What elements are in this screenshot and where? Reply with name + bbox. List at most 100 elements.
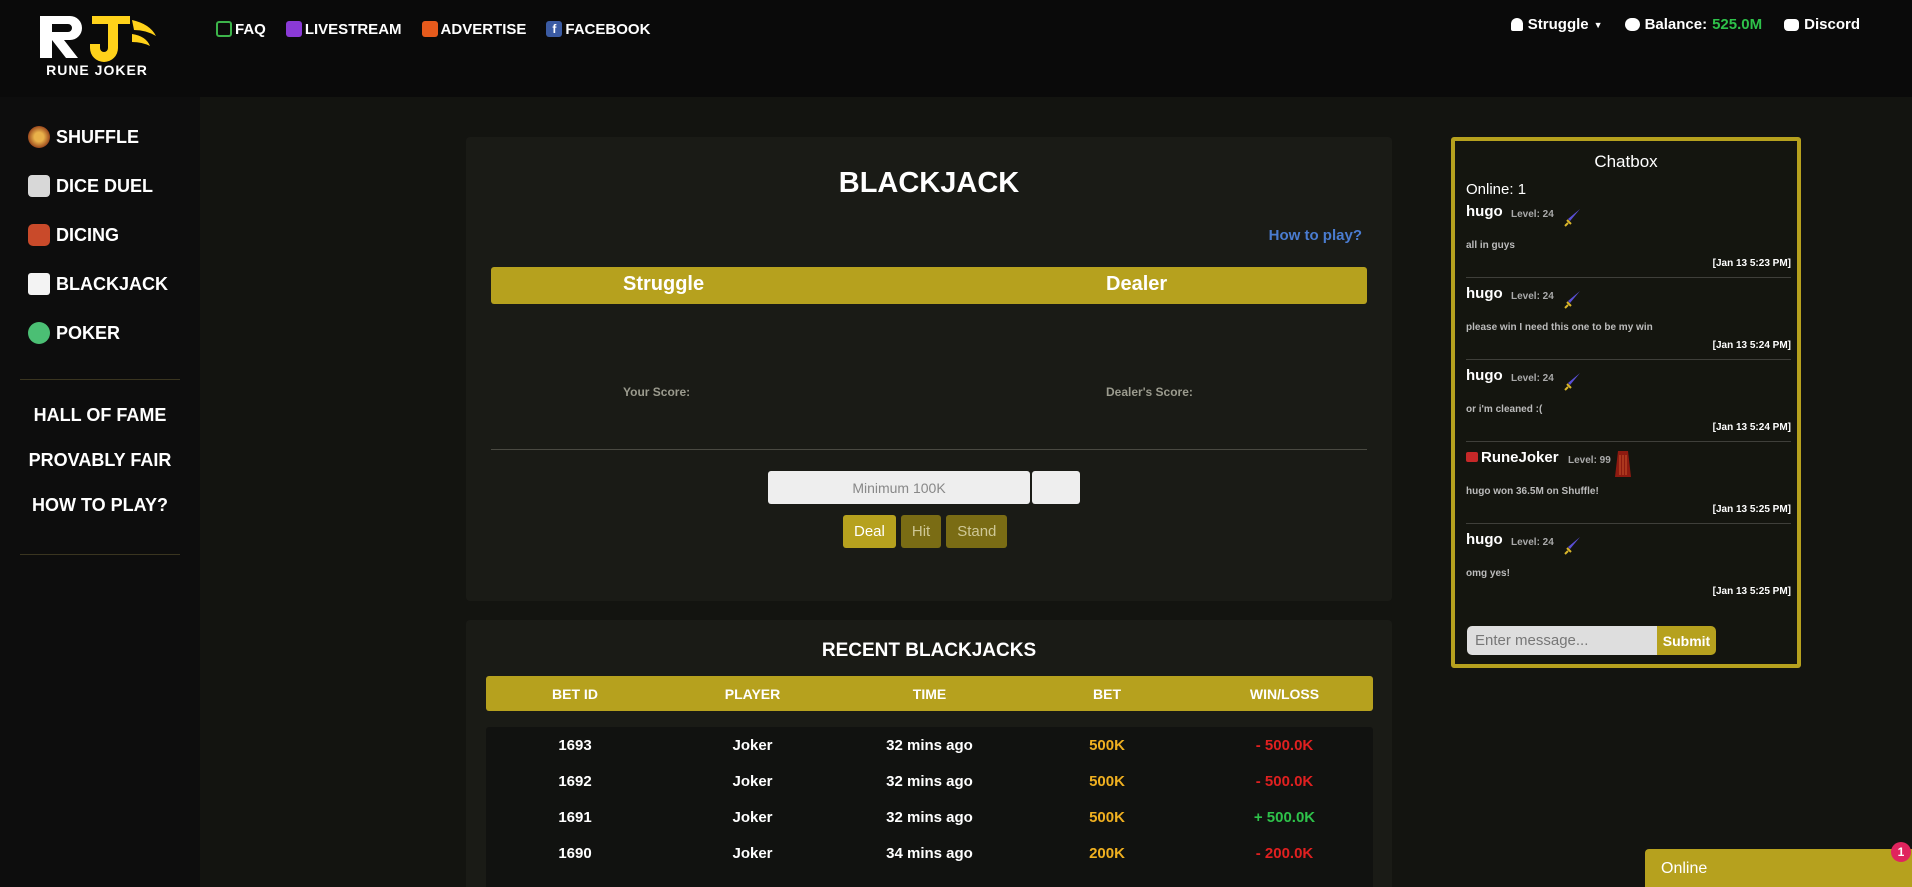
pet-icon [1624, 18, 1640, 31]
nav-livestream-label: LIVESTREAM [304, 20, 402, 38]
info-links: HALL OF FAME PROVABLY FAIR HOW TO PLAY? [20, 405, 180, 540]
sidebar-item-blackjack[interactable]: BLACKJACK [28, 272, 168, 296]
stand-button[interactable]: Stand [946, 515, 1008, 548]
logo-icon [40, 16, 156, 62]
blackjack-panel: BLACKJACK How to play? Struggle Dealer Y… [466, 137, 1392, 601]
bet: 200K [1089, 845, 1125, 862]
sword-icon [1564, 209, 1580, 227]
sidebar-item-hall-of-fame[interactable]: HALL OF FAME [20, 405, 180, 429]
user-icon [1510, 18, 1523, 31]
chat-username-text: RuneJoker [1481, 449, 1559, 466]
table-row: 1690 Joker 34 mins ago 200K - 200.0K [486, 835, 1373, 871]
sidebar-item-how-to-play[interactable]: HOW TO PLAY? [20, 495, 180, 519]
cards-icon [28, 273, 50, 295]
chat-level: Level: 24 [1511, 209, 1554, 220]
shuffle-icon [28, 126, 50, 148]
twitch-icon [285, 21, 302, 37]
chat-time: [Jan 13 5:25 PM] [1712, 586, 1791, 597]
sidebar-divider [20, 379, 180, 380]
player: Joker [732, 809, 773, 826]
sidebar-item-poker[interactable]: POKER [28, 321, 168, 345]
chat-text: or i'm cleaned :( [1466, 404, 1543, 415]
online-widget[interactable]: Online [1645, 849, 1912, 887]
top-bar: RUNE JOKER FAQ LIVESTREAM ADVERTISE f FAC… [0, 0, 1912, 97]
deal-button[interactable]: Deal [843, 515, 896, 548]
time: 32 mins ago [886, 773, 973, 790]
user-menu[interactable]: Struggle ▼ [1510, 16, 1603, 33]
chatbox: Chatbox Online: 1 hugo Level: 24 all in … [1451, 137, 1801, 668]
discord-icon [1784, 18, 1800, 31]
discord-link[interactable]: Discord [1784, 16, 1860, 33]
user-area: Struggle ▼ Balance: 525.0M Discord [1510, 16, 1860, 33]
time: 32 mins ago [886, 737, 973, 754]
chat-username[interactable]: hugo [1466, 367, 1503, 384]
bet-input[interactable] [768, 471, 1030, 504]
how-to-play-link[interactable]: How to play? [1269, 227, 1362, 244]
nav-livestream[interactable]: LIVESTREAM [285, 18, 402, 40]
bet: 500K [1089, 737, 1125, 754]
nav-facebook[interactable]: f FACEBOOK [546, 18, 650, 40]
sidebar-item-label: SHUFFLE [56, 126, 139, 147]
chat-time: [Jan 13 5:25 PM] [1712, 504, 1791, 515]
hit-button[interactable]: Hit [900, 515, 942, 548]
chat-username[interactable]: RuneJoker [1466, 449, 1559, 466]
sword-icon [1564, 373, 1580, 391]
chat-input[interactable] [1467, 626, 1657, 655]
discord-label: Discord [1804, 16, 1860, 33]
col-bet: BET [1093, 686, 1121, 702]
sword-icon [1564, 291, 1580, 309]
recent-panel: RECENT BLACKJACKS BET ID PLAYER TIME BET… [466, 620, 1392, 887]
megaphone-icon [421, 21, 438, 37]
col-time: TIME [912, 686, 947, 702]
table-header: BET ID PLAYER TIME BET WIN/LOSS [486, 676, 1373, 711]
bet-extra-input[interactable] [1032, 471, 1080, 504]
chat-message: RuneJoker Level: 99 hugo won 36.5M on Sh… [1466, 449, 1791, 531]
chat-level: Level: 99 [1568, 455, 1611, 466]
sword-icon [1564, 537, 1580, 555]
chat-divider [1466, 441, 1791, 442]
time: 32 mins ago [886, 809, 973, 826]
col-player: PLAYER [724, 686, 781, 702]
dice-icon [28, 224, 50, 246]
sidebar-item-dice-duel[interactable]: DICE DUEL [28, 174, 168, 198]
table-row: 1691 Joker 32 mins ago 500K + 500.0K [486, 799, 1373, 835]
table-body: 1693 Joker 32 mins ago 500K - 500.0K 169… [486, 727, 1373, 887]
question-icon [216, 21, 232, 37]
chat-level: Level: 24 [1511, 537, 1554, 548]
chat-time: [Jan 13 5:24 PM] [1712, 340, 1791, 351]
balance-value: 525.0M [1712, 16, 1763, 33]
win-loss: - 500.0K [1255, 773, 1314, 790]
sidebar-item-dicing[interactable]: DICING [28, 223, 168, 247]
player: Joker [732, 845, 773, 862]
facebook-icon: f [546, 21, 563, 37]
recent-title: RECENT BLACKJACKS [821, 640, 1037, 661]
dealer-name: Dealer [1106, 273, 1168, 295]
sidebar-item-shuffle[interactable]: SHUFFLE [28, 125, 168, 149]
chat-submit-button[interactable]: Submit [1657, 626, 1716, 655]
logo-text: RUNE JOKER [46, 62, 148, 78]
table-row: 1692 Joker 32 mins ago 500K - 500.0K [486, 763, 1373, 799]
sidebar-divider [20, 554, 180, 555]
bet-id: 1692 [558, 773, 592, 790]
chat-level: Level: 24 [1511, 373, 1554, 384]
nav-advertise[interactable]: ADVERTISE [421, 18, 527, 40]
chat-time: [Jan 13 5:23 PM] [1712, 258, 1791, 269]
balance-label: Balance: [1644, 16, 1708, 33]
chat-username[interactable]: hugo [1466, 531, 1503, 548]
nav-advertise-label: ADVERTISE [440, 20, 527, 38]
sidebar-item-provably-fair[interactable]: PROVABLY FAIR [20, 450, 180, 474]
col-win-loss: WIN/LOSS [1249, 686, 1320, 702]
poker-chip-icon [28, 322, 50, 344]
chat-username[interactable]: hugo [1466, 203, 1503, 220]
chat-level: Level: 24 [1511, 291, 1554, 302]
username: Struggle [1527, 16, 1589, 33]
chat-title: Chatbox [1594, 152, 1658, 171]
nav-faq[interactable]: FAQ [216, 18, 266, 40]
dealer-score: Dealer's Score: [1106, 385, 1193, 399]
notification-badge: 1 [1891, 842, 1911, 862]
chat-username[interactable]: hugo [1466, 285, 1503, 302]
chat-divider [1466, 277, 1791, 278]
chat-text: all in guys [1466, 240, 1515, 251]
logo[interactable]: RUNE JOKER [32, 12, 162, 78]
bet: 500K [1089, 773, 1125, 790]
